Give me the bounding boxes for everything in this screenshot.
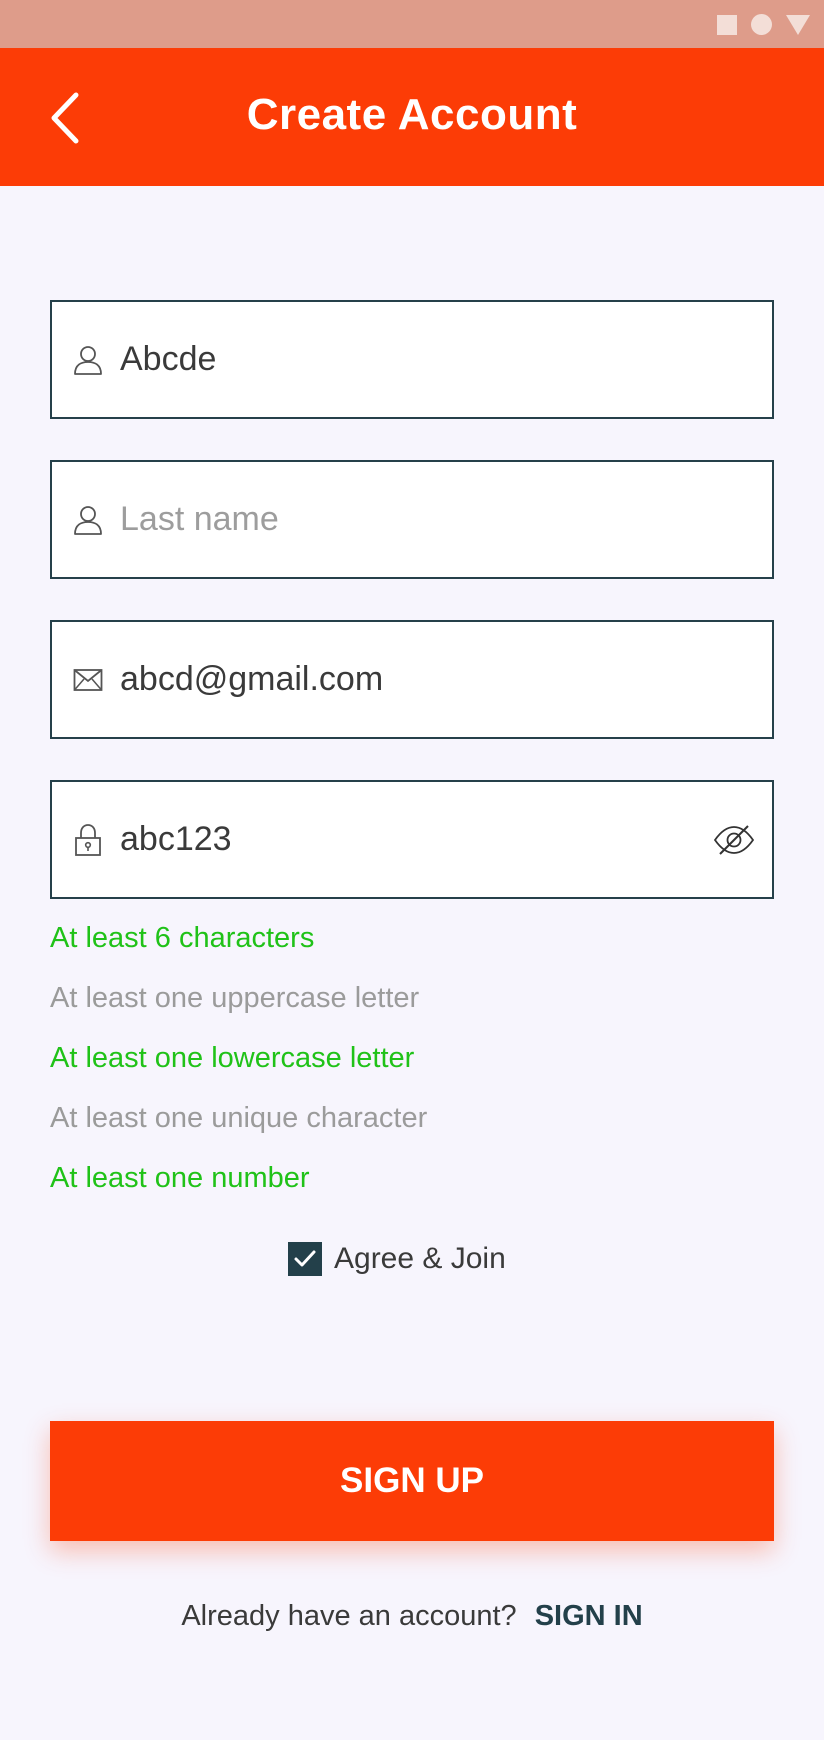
email-input[interactable] bbox=[120, 622, 702, 737]
circle-icon bbox=[751, 14, 772, 35]
status-bar bbox=[0, 0, 824, 48]
first-name-field[interactable] bbox=[50, 300, 774, 419]
password-input[interactable] bbox=[120, 782, 702, 897]
agree-checkbox[interactable] bbox=[288, 1242, 322, 1276]
status-icons bbox=[717, 14, 810, 35]
last-name-input[interactable] bbox=[120, 462, 702, 577]
password-visibility-toggle[interactable] bbox=[710, 816, 758, 864]
password-rule-unique: At least one unique character bbox=[50, 1102, 428, 1134]
password-rule-uppercase: At least one uppercase letter bbox=[50, 982, 420, 1014]
sign-in-prompt: Already have an account? bbox=[181, 1600, 517, 1632]
triangle-icon bbox=[786, 14, 810, 35]
first-name-input[interactable] bbox=[120, 302, 702, 417]
app-bar: Create Account bbox=[0, 48, 824, 186]
password-rule-length: At least 6 characters bbox=[50, 922, 315, 954]
sign-up-button[interactable]: SIGN UP bbox=[50, 1421, 774, 1541]
checkmark-icon bbox=[294, 1250, 316, 1267]
password-rule-number: At least one number bbox=[50, 1162, 310, 1194]
sign-in-row: Already have an account? SIGN IN bbox=[0, 1600, 824, 1633]
agree-checkbox-row[interactable]: Agree & Join bbox=[288, 1242, 506, 1276]
last-name-field[interactable] bbox=[50, 460, 774, 579]
user-icon bbox=[72, 344, 104, 376]
password-rule-lowercase: At least one lowercase letter bbox=[50, 1042, 415, 1074]
email-field[interactable] bbox=[50, 620, 774, 739]
page-title: Create Account bbox=[246, 90, 578, 139]
password-field[interactable] bbox=[50, 780, 774, 899]
square-icon bbox=[717, 14, 737, 35]
agree-label: Agree & Join bbox=[334, 1242, 506, 1275]
lock-icon bbox=[72, 823, 104, 856]
envelope-icon bbox=[72, 664, 104, 696]
eye-off-icon bbox=[713, 824, 755, 855]
user-icon bbox=[72, 504, 104, 536]
sign-in-link[interactable]: SIGN IN bbox=[535, 1600, 643, 1632]
